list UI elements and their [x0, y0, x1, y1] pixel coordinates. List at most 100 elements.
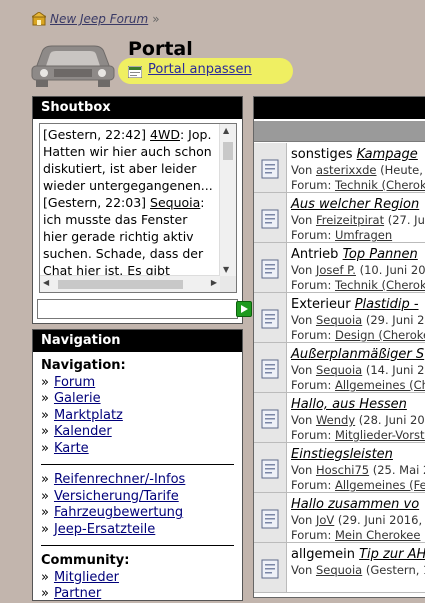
thread-forum-link[interactable]: Allgemeines (Ferh: [335, 478, 425, 492]
thread-row[interactable]: Aus welcher Region Von Freizeitpirat (27.…: [254, 193, 425, 243]
customize-portal-link[interactable]: Portal anpassen: [148, 62, 252, 77]
breadcrumb-separator: »: [152, 12, 160, 26]
thread-title-link[interactable]: Außerplanmäßiger S: [291, 347, 424, 362]
nav-item-karte[interactable]: » Karte: [41, 441, 234, 458]
scroll-left-icon[interactable]: ◀: [43, 278, 49, 287]
thread-forum-link[interactable]: Allgemeines (Ch: [335, 378, 425, 392]
thread-title-link[interactable]: Hallo, aus Hessen: [291, 397, 407, 412]
thread-row[interactable]: Hallo zusammen vo Von JoV (29. Juni 2016,…: [254, 493, 425, 543]
shoutbox-messages[interactable]: [Gestern, 22:42] 4WD: Jop. Hatten wir hi…: [39, 123, 237, 293]
shout-user-link[interactable]: Sequoia: [150, 195, 200, 210]
shout-time: [Gestern, 22:42]: [43, 127, 147, 142]
nav-item-forum[interactable]: » Forum: [41, 375, 234, 392]
home-icon[interactable]: [32, 12, 46, 26]
nav-item-galerie[interactable]: » Galerie: [41, 391, 234, 408]
document-icon: [261, 359, 279, 379]
document-icon: [261, 259, 279, 279]
thread-forum-link[interactable]: Technik (Cheroke: [335, 278, 425, 292]
thread-icon-cell: [254, 393, 287, 442]
shoutbox-input[interactable]: [37, 299, 238, 319]
nav-link[interactable]: Forum: [54, 375, 95, 390]
thread-author-link[interactable]: Hoschi75: [316, 463, 369, 477]
thread-row[interactable]: Exterieur Plastidip - Von Sequoia (29. Ju…: [254, 293, 425, 343]
thread-text: Einstiegsleisten Von Hoschi75 (25. Mai 2 F…: [291, 446, 425, 493]
nav-item-fahrzeugbewertung[interactable]: » Fahrzeugbewertung: [41, 505, 234, 522]
thread-row[interactable]: Hallo, aus Hessen Von Wendy (28. Juni 20 F…: [254, 393, 425, 443]
thread-author-link[interactable]: Sequoia: [316, 313, 362, 327]
nav-item-mitglieder[interactable]: » Mitglieder: [41, 570, 234, 587]
thread-forum-link[interactable]: Umfragen: [335, 228, 392, 242]
shoutbox-title: Shoutbox: [33, 97, 242, 119]
scroll-thumb[interactable]: [58, 280, 183, 289]
thread-row[interactable]: Einstiegsleisten Von Hoschi75 (25. Mai 2 F…: [254, 443, 425, 493]
thread-author-link[interactable]: Wendy: [316, 413, 355, 427]
send-button[interactable]: [236, 301, 252, 317]
shoutbox-panel: Shoutbox [Gestern, 22:42] 4WD: Jop. Hatt…: [32, 96, 243, 324]
thread-title-link[interactable]: Tip zur AH: [359, 547, 425, 562]
shoutbox-horizontal-scrollbar[interactable]: ◀ ▶: [40, 275, 220, 292]
thread-row[interactable]: allgemein Tip zur AH Von Sequoia (Gestern…: [254, 543, 425, 593]
thread-title-link[interactable]: Kampage: [357, 147, 418, 162]
thread-meta: (29. Juni 2016,: [334, 513, 423, 527]
latest-threads-panel: sonstiges Kampage Von asterixxde (Heute, F…: [253, 96, 425, 598]
nav-link[interactable]: Marktplatz: [54, 408, 123, 423]
thread-meta: (27. Ju: [384, 213, 425, 227]
scroll-thumb[interactable]: [223, 142, 233, 160]
nav-link[interactable]: Partner: [54, 586, 101, 601]
thread-title-link[interactable]: Hallo zusammen vo: [291, 497, 419, 512]
document-icon: [261, 559, 279, 579]
thread-author-link[interactable]: asterixxde: [316, 163, 377, 177]
thread-row[interactable]: sonstiges Kampage Von asterixxde (Heute, F…: [254, 143, 425, 193]
shoutbox-text: [Gestern, 22:42] 4WD: Jop. Hatten wir hi…: [43, 126, 215, 279]
thread-row[interactable]: Antrieb Top Pannen Von Josef P. (10. Juni…: [254, 243, 425, 293]
thread-title-link[interactable]: Aus welcher Region: [291, 197, 419, 212]
thread-text: Aus welcher Region Von Freizeitpirat (27.…: [291, 196, 425, 243]
threads-header-bar: [254, 97, 425, 119]
thread-author-link[interactable]: Freizeitpirat: [316, 213, 384, 227]
nav-link[interactable]: Kalender: [54, 424, 112, 439]
thread-author-link[interactable]: Sequoia: [316, 563, 362, 577]
thread-title-link[interactable]: Einstiegsleisten: [291, 447, 393, 462]
shout-user-link[interactable]: 4WD: [150, 127, 180, 142]
nav-item-ersatzteile[interactable]: » Jeep-Ersatzteile: [41, 522, 234, 539]
thread-author-link[interactable]: Josef P.: [316, 263, 356, 277]
thread-meta: (Heute,: [376, 163, 423, 177]
nav-link[interactable]: Reifenrechner/-Infos: [54, 472, 185, 487]
nav-link[interactable]: Galerie: [54, 391, 101, 406]
document-icon: [261, 509, 279, 529]
nav-link[interactable]: Jeep-Ersatzteile: [54, 522, 155, 537]
customize-portal-button[interactable]: Portal anpassen: [118, 58, 293, 84]
thread-forum-link[interactable]: Mein Cherokee: [335, 528, 420, 542]
scroll-down-icon[interactable]: ▼: [223, 265, 229, 274]
scroll-up-icon[interactable]: ▲: [223, 126, 229, 135]
thread-forum-link[interactable]: Design (Cheroke: [335, 328, 425, 342]
thread-icon-cell: [254, 193, 287, 242]
shoutbox-vertical-scrollbar[interactable]: ▲ ▼: [219, 124, 236, 276]
nav-item-reifenrechner[interactable]: » Reifenrechner/-Infos: [41, 472, 234, 489]
nav-item-kalender[interactable]: » Kalender: [41, 424, 234, 441]
nav-link[interactable]: Karte: [54, 441, 89, 456]
thread-author-link[interactable]: JoV: [316, 513, 334, 527]
jeep-logo: [31, 45, 115, 87]
nav-link[interactable]: Mitglieder: [54, 570, 119, 585]
nav-item-marktplatz[interactable]: » Marktplatz: [41, 408, 234, 425]
document-icon: [261, 209, 279, 229]
nav-item-versicherung[interactable]: » Versicherung/Tarife: [41, 489, 234, 506]
document-icon: [261, 159, 279, 179]
nav-link[interactable]: Fahrzeugbewertung: [54, 505, 183, 520]
nav-item-partner[interactable]: » Partner: [41, 586, 234, 603]
document-icon: [261, 409, 279, 429]
nav-section-heading: Navigation:: [41, 358, 126, 373]
scroll-right-icon[interactable]: ▶: [211, 278, 217, 287]
breadcrumb-home-link[interactable]: New Jeep Forum: [50, 12, 148, 26]
nav-link[interactable]: Versicherung/Tarife: [54, 489, 179, 504]
thread-title-link[interactable]: Plastidip -: [355, 297, 419, 312]
thread-meta: (14. Juni 2: [362, 363, 425, 377]
thread-forum-link[interactable]: Technik (Cheroke: [335, 178, 425, 192]
thread-forum-label: Forum:: [291, 478, 335, 492]
thread-row[interactable]: Außerplanmäßiger S Von Sequoia (14. Juni …: [254, 343, 425, 393]
thread-forum-link[interactable]: Mitglieder-Vorste: [335, 428, 425, 442]
thread-author-link[interactable]: Sequoia: [316, 363, 362, 377]
thread-by: Von: [291, 213, 316, 227]
thread-title-link[interactable]: Top Pannen: [343, 247, 418, 262]
